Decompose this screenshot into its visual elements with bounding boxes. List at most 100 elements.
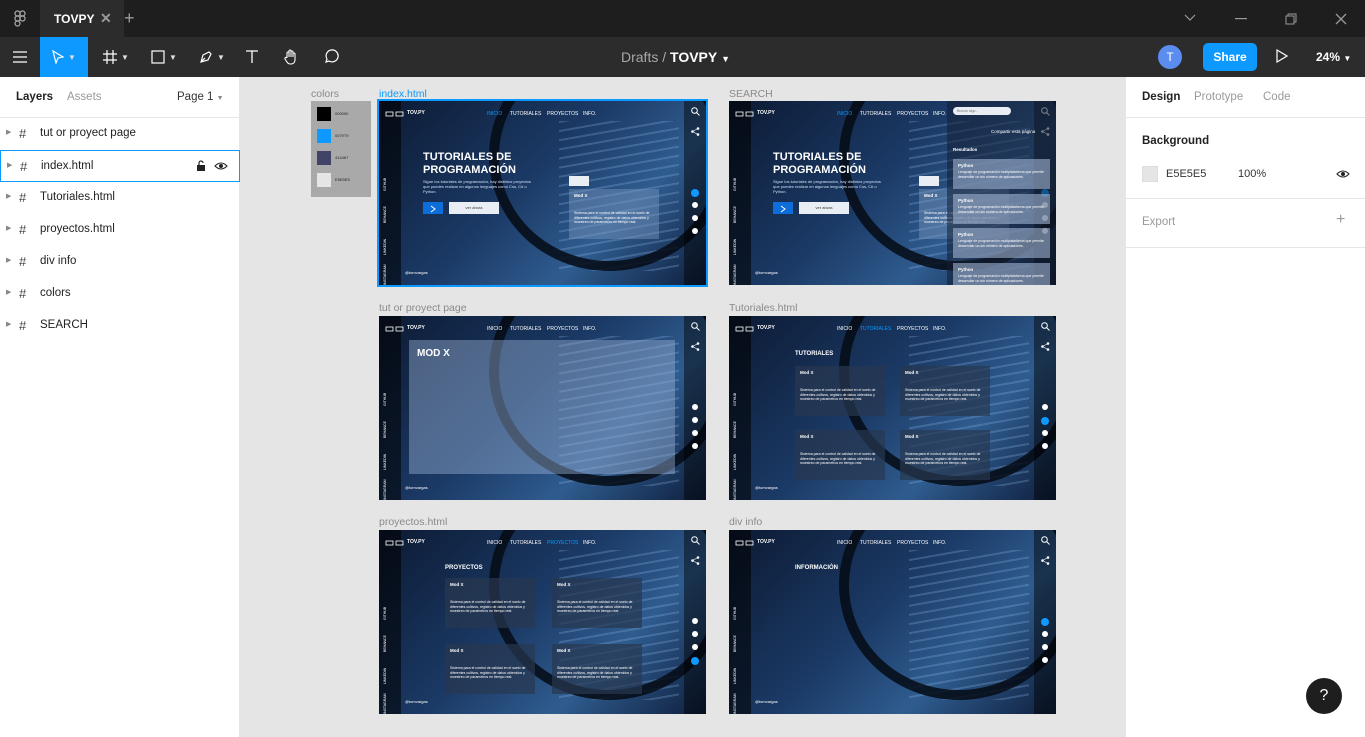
tab-assets[interactable]: Assets xyxy=(67,91,102,103)
nav-link[interactable]: INICIO xyxy=(837,111,852,117)
share-icon[interactable] xyxy=(691,342,700,351)
pagination-dot[interactable] xyxy=(692,618,698,624)
nav-link[interactable]: PROYECTOS xyxy=(897,111,928,117)
expand-arrow-icon[interactable]: ▶ xyxy=(7,161,12,169)
pagination-dot[interactable] xyxy=(1041,618,1049,626)
help-button[interactable]: ? xyxy=(1306,678,1342,714)
shape-tool-button[interactable]: ▼ xyxy=(144,37,184,77)
social-link[interactable]: BEHANCE xyxy=(383,421,387,438)
layer-item[interactable]: ▶ # proyectos.html xyxy=(0,214,240,246)
pagination-dot[interactable] xyxy=(1041,417,1049,425)
social-link[interactable]: GITHUB xyxy=(383,393,387,406)
social-link[interactable]: GITHUB xyxy=(383,607,387,620)
search-icon[interactable] xyxy=(691,107,700,116)
social-link[interactable]: INSTAGRAM xyxy=(383,693,387,714)
text-tool-button[interactable] xyxy=(240,37,264,77)
nav-link[interactable]: PROYECTOS xyxy=(547,326,578,332)
frame-proyectos[interactable]: TOV.PY INICIO TUTORIALES PROYECTOS INFO. GITH… xyxy=(379,530,706,714)
nav-link[interactable]: TUTORIALES xyxy=(860,111,891,117)
background-opacity-input[interactable]: 100% xyxy=(1238,168,1266,180)
nav-link[interactable]: INFO. xyxy=(933,111,946,117)
pagination-dot[interactable] xyxy=(692,644,698,650)
social-link[interactable]: BEHANCE xyxy=(733,206,737,223)
eye-icon[interactable] xyxy=(1336,169,1350,179)
frame-label-info[interactable]: div info xyxy=(729,516,762,528)
social-link[interactable]: INSTAGRAM xyxy=(733,479,737,500)
avatar[interactable]: T xyxy=(1158,45,1182,69)
lock-icon[interactable] xyxy=(196,160,206,172)
social-link[interactable]: LINKEDIN xyxy=(733,239,737,255)
nav-link[interactable]: TUTORIALES xyxy=(510,111,541,117)
layer-item[interactable]: ▶ # Tutoriales.html xyxy=(0,182,240,214)
nav-link[interactable]: TUTORIALES xyxy=(510,326,541,332)
layer-item[interactable]: ▶ # div info xyxy=(0,246,240,278)
chevron-down-icon[interactable] xyxy=(1184,14,1196,22)
social-link[interactable]: LINKEDIN xyxy=(733,454,737,470)
file-name[interactable]: TOVPY xyxy=(670,49,717,65)
background-swatch[interactable] xyxy=(1142,166,1158,182)
page-selector[interactable]: Page 1 ▼ xyxy=(177,91,224,103)
nav-link[interactable]: INICIO xyxy=(837,540,852,546)
nav-link[interactable]: TUTORIALES xyxy=(860,540,891,546)
nav-link[interactable]: INICIO xyxy=(487,111,502,117)
search-icon[interactable] xyxy=(1041,536,1050,545)
restore-icon[interactable] xyxy=(1285,13,1297,25)
nav-link[interactable]: INICIO xyxy=(487,540,502,546)
frame-tutoriales[interactable]: TOV.PY INICIO TUTORIALES PROYECTOS INFO. GITH… xyxy=(729,316,1056,500)
share-icon[interactable] xyxy=(1041,556,1050,565)
search-icon[interactable] xyxy=(1041,322,1050,331)
layer-item[interactable]: ▶ # tut or proyect page xyxy=(0,118,240,150)
share-icon[interactable] xyxy=(691,127,700,136)
move-tool-button[interactable]: ▼ xyxy=(40,37,88,77)
frame-label-tutoriales[interactable]: Tutoriales.html xyxy=(729,302,797,314)
minimize-icon[interactable] xyxy=(1235,18,1247,20)
slider-next-button[interactable] xyxy=(919,176,939,186)
pagination-dot[interactable] xyxy=(692,430,698,436)
nav-link[interactable]: PROYECTOS xyxy=(547,111,578,117)
project-card[interactable]: Mod X Sistema para el control de calidad … xyxy=(900,366,990,416)
layer-item[interactable]: ▶ # index.html xyxy=(0,150,240,182)
project-card[interactable]: Mod X Sistema para el control de calidad … xyxy=(795,430,885,480)
result-card[interactable]: Python Lenguaje de programación multiplat… xyxy=(953,263,1050,285)
expand-arrow-icon[interactable]: ▶ xyxy=(6,320,11,328)
background-hex-input[interactable]: E5E5E5 xyxy=(1166,168,1206,180)
social-link[interactable]: BEHANCE xyxy=(383,206,387,223)
expand-arrow-icon[interactable]: ▶ xyxy=(6,288,11,296)
social-link[interactable]: LINKEDIN xyxy=(733,668,737,684)
nav-link[interactable]: INFO. xyxy=(583,540,596,546)
social-link[interactable]: INSTAGRAM xyxy=(733,693,737,714)
nav-link[interactable]: INICIO xyxy=(487,326,502,332)
pen-tool-button[interactable]: ▼ xyxy=(192,37,232,77)
share-icon[interactable] xyxy=(1041,342,1050,351)
cta-button[interactable]: ver ahora xyxy=(799,202,849,214)
project-card[interactable]: Mod X Sistema para el control de calidad … xyxy=(569,189,659,239)
social-link[interactable]: INSTAGRAM xyxy=(383,264,387,285)
expand-arrow-icon[interactable]: ▶ xyxy=(6,128,11,136)
cta-button[interactable]: ver ahora xyxy=(449,202,499,214)
social-link[interactable]: LINKEDIN xyxy=(383,239,387,255)
pagination-dot[interactable] xyxy=(1042,404,1048,410)
pagination-dot[interactable] xyxy=(692,443,698,449)
expand-arrow-icon[interactable]: ▶ xyxy=(6,256,11,264)
expand-arrow-icon[interactable]: ▶ xyxy=(6,192,11,200)
social-link[interactable]: BEHANCE xyxy=(383,635,387,652)
social-link[interactable]: LINKEDIN xyxy=(383,668,387,684)
pagination-dot[interactable] xyxy=(1042,443,1048,449)
layer-item[interactable]: ▶ # SEARCH xyxy=(0,310,240,342)
result-card[interactable]: Python Lenguaje de programación multiplat… xyxy=(953,194,1050,224)
share-page-link[interactable]: Compartir esta página xyxy=(991,129,1035,134)
pagination-dot[interactable] xyxy=(692,215,698,221)
pagination-dot[interactable] xyxy=(692,202,698,208)
color-swatch[interactable] xyxy=(317,173,331,187)
search-icon[interactable] xyxy=(691,322,700,331)
search-icon[interactable] xyxy=(691,536,700,545)
pagination-dot[interactable] xyxy=(692,631,698,637)
social-link[interactable]: GITHUB xyxy=(733,178,737,191)
nav-link[interactable]: INFO. xyxy=(933,540,946,546)
pagination-dot[interactable] xyxy=(692,228,698,234)
figma-logo-icon[interactable] xyxy=(12,10,28,28)
social-link[interactable]: BEHANCE xyxy=(733,421,737,438)
arrow-button[interactable] xyxy=(423,202,443,214)
frame-label-search[interactable]: SEARCH xyxy=(729,88,773,100)
main-menu-button[interactable] xyxy=(6,37,34,77)
